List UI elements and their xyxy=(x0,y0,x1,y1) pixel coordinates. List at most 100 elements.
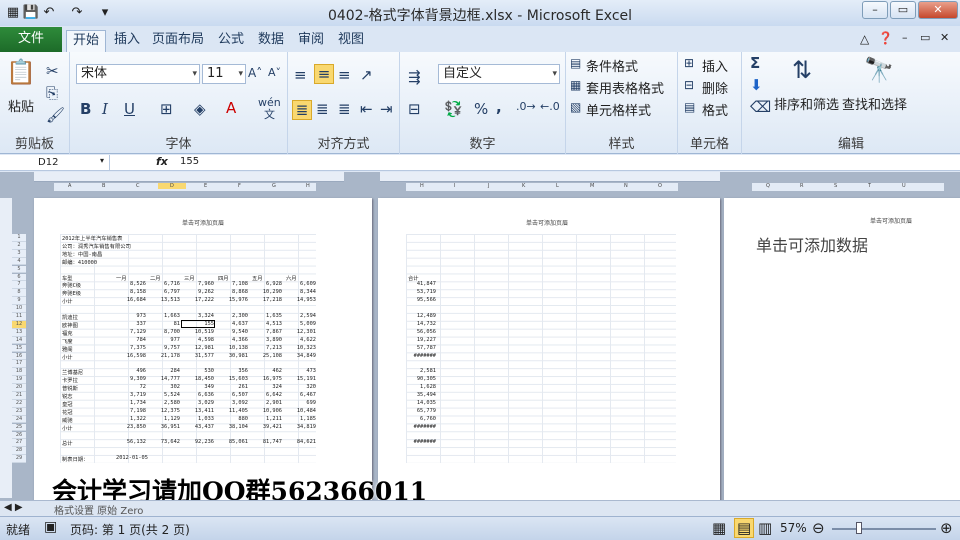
data-cell[interactable]: 六月 xyxy=(286,274,297,282)
total-cell[interactable]: 95,566 xyxy=(406,297,436,303)
data-cell[interactable]: 一月 xyxy=(116,274,127,282)
row-label[interactable]: 飞度 xyxy=(62,337,73,345)
row-label[interactable]: 威驰 xyxy=(62,416,73,424)
row-label[interactable]: 奔驰C级 xyxy=(62,281,81,289)
middle-align-icon[interactable]: ≡ xyxy=(314,64,334,84)
data-cell[interactable]: 2,594 xyxy=(284,313,316,319)
data-cell[interactable]: 6,609 xyxy=(284,281,316,287)
data-cell[interactable]: 15,976 xyxy=(216,297,248,303)
page2-header[interactable]: 单击可添加页眉 xyxy=(526,218,568,227)
total-cell[interactable]: 1,628 xyxy=(406,384,436,390)
delete-cells-icon[interactable]: ⊟ xyxy=(684,78,694,92)
data-cell[interactable]: 356 xyxy=(216,368,248,374)
data-cell[interactable]: 9,309 xyxy=(114,376,146,382)
zoom-slider[interactable] xyxy=(832,528,936,530)
data-cell[interactable]: 880 xyxy=(216,416,248,422)
delete-cells-button[interactable]: 删除 xyxy=(702,78,728,97)
row-label[interactable]: 锐志 xyxy=(62,392,73,400)
data-cell[interactable]: 9,540 xyxy=(216,329,248,335)
cut-icon[interactable]: ✂ xyxy=(46,62,59,80)
row-header[interactable]: 28 xyxy=(12,447,26,456)
data-cell[interactable]: 5,009 xyxy=(284,321,316,327)
data-cell[interactable]: 56,132 xyxy=(114,439,146,445)
data-cell[interactable]: 13,513 xyxy=(148,297,180,303)
data-cell[interactable]: 3,029 xyxy=(182,400,214,406)
total-cell[interactable]: 57,787 xyxy=(406,345,436,351)
page-1[interactable]: 单击可添加页眉 2012年上半年汽车销售表 公司：润秀汽车销售有限公司 地址：中国-… xyxy=(34,198,372,516)
doc-minimize-icon[interactable]: – xyxy=(902,31,908,44)
increase-decimal-icon[interactable]: .0→ xyxy=(516,100,536,113)
currency-icon[interactable]: 💱 xyxy=(444,100,463,118)
data-cell[interactable]: 6,642 xyxy=(250,392,282,398)
underline-button[interactable]: U xyxy=(124,100,135,118)
data-cell[interactable]: 92,236 xyxy=(182,439,214,445)
data-cell[interactable]: 1,185 xyxy=(284,416,316,422)
data-cell[interactable]: 16,975 xyxy=(250,376,282,382)
column-headers-2[interactable]: H I J K L M N O xyxy=(406,183,678,191)
data-cell[interactable]: 43,437 xyxy=(182,424,214,430)
format-cells-icon[interactable]: ▤ xyxy=(684,100,695,114)
column-header[interactable]: M xyxy=(590,183,594,189)
column-header[interactable]: C xyxy=(136,183,140,189)
column-header[interactable]: J xyxy=(488,183,489,189)
add-data-prompt[interactable]: 单击可添加数据 xyxy=(756,232,868,256)
row-label[interactable]: 花冠 xyxy=(62,408,73,416)
total-cell[interactable]: 6,760 xyxy=(406,416,436,422)
row-label[interactable]: 2012年上半年汽车销售表 xyxy=(62,234,122,242)
data-cell[interactable]: 973 xyxy=(114,313,146,319)
row-header[interactable]: 7 xyxy=(12,281,26,290)
row-header[interactable]: 3 xyxy=(12,249,26,258)
page-break-view-icon[interactable]: ▥ xyxy=(758,519,772,537)
data-cell[interactable]: 2012-01-05 xyxy=(116,455,148,461)
minimize-ribbon-icon[interactable]: △ xyxy=(860,32,869,46)
data-cell[interactable]: 31,577 xyxy=(182,353,214,359)
column-header[interactable]: N xyxy=(624,183,628,189)
total-cell[interactable]: ####### xyxy=(406,353,436,359)
data-cell[interactable]: 8,700 xyxy=(148,329,180,335)
font-color-icon[interactable]: A xyxy=(226,99,236,117)
increase-indent-icon[interactable]: ⇥ xyxy=(380,100,393,118)
data-cell[interactable]: 21,178 xyxy=(148,353,180,359)
name-box[interactable]: D12 xyxy=(0,155,110,171)
tab-view[interactable]: 视图 xyxy=(332,30,370,52)
column-header[interactable]: D xyxy=(158,183,186,189)
data-cell[interactable]: 462 xyxy=(250,368,282,374)
row-header[interactable]: 19 xyxy=(12,376,26,384)
row-label[interactable]: 小计 xyxy=(62,424,73,432)
data-cell[interactable]: 30,981 xyxy=(216,353,248,359)
total-cell[interactable]: 12,489 xyxy=(406,313,436,319)
data-cell[interactable]: 1,033 xyxy=(182,416,214,422)
total-cell[interactable]: 35,494 xyxy=(406,392,436,398)
bold-button[interactable]: B xyxy=(80,100,91,118)
align-center-icon[interactable]: ≣ xyxy=(316,100,329,118)
column-header[interactable]: R xyxy=(800,183,803,189)
minimize-button[interactable]: – xyxy=(862,1,888,19)
data-cell[interactable]: 11,405 xyxy=(216,408,248,414)
data-cell[interactable]: 4,622 xyxy=(284,337,316,343)
row-label[interactable]: 凯迪拉 xyxy=(62,313,78,321)
row-header[interactable]: 5 xyxy=(12,265,26,274)
row-header[interactable]: 25 xyxy=(12,423,26,432)
data-cell[interactable]: 10,519 xyxy=(182,329,214,335)
data-cell[interactable]: 10,138 xyxy=(216,345,248,351)
row-label[interactable]: 奔驰E级 xyxy=(62,289,81,297)
data-cell[interactable]: 73,642 xyxy=(148,439,180,445)
font-name-combo[interactable]: 宋体 ▾ xyxy=(76,64,200,84)
data-cell[interactable]: 4,598 xyxy=(182,337,214,343)
format-cells-button[interactable]: 格式 xyxy=(702,100,728,119)
find-select-button[interactable]: 查找和选择 xyxy=(842,94,907,113)
column-headers[interactable]: A B C D E F G H xyxy=(54,183,316,191)
total-cell[interactable]: 合计 xyxy=(408,274,419,282)
conditional-format-icon[interactable]: ▤ xyxy=(570,56,581,70)
row-label[interactable]: 皇冠 xyxy=(62,400,73,408)
data-cell[interactable]: 1,663 xyxy=(148,313,180,319)
data-cell[interactable]: 25,108 xyxy=(250,353,282,359)
data-cell[interactable]: 320 xyxy=(284,384,316,390)
row-header[interactable]: 9 xyxy=(12,297,26,305)
cell-styles-button[interactable]: 单元格样式 xyxy=(586,100,651,119)
row-header[interactable]: 8 xyxy=(12,289,26,298)
formula-input[interactable]: 155 xyxy=(180,156,199,167)
cell-styles-icon[interactable]: ▧ xyxy=(570,100,581,114)
data-cell[interactable]: 7,198 xyxy=(114,408,146,414)
data-cell[interactable]: 699 xyxy=(284,400,316,406)
